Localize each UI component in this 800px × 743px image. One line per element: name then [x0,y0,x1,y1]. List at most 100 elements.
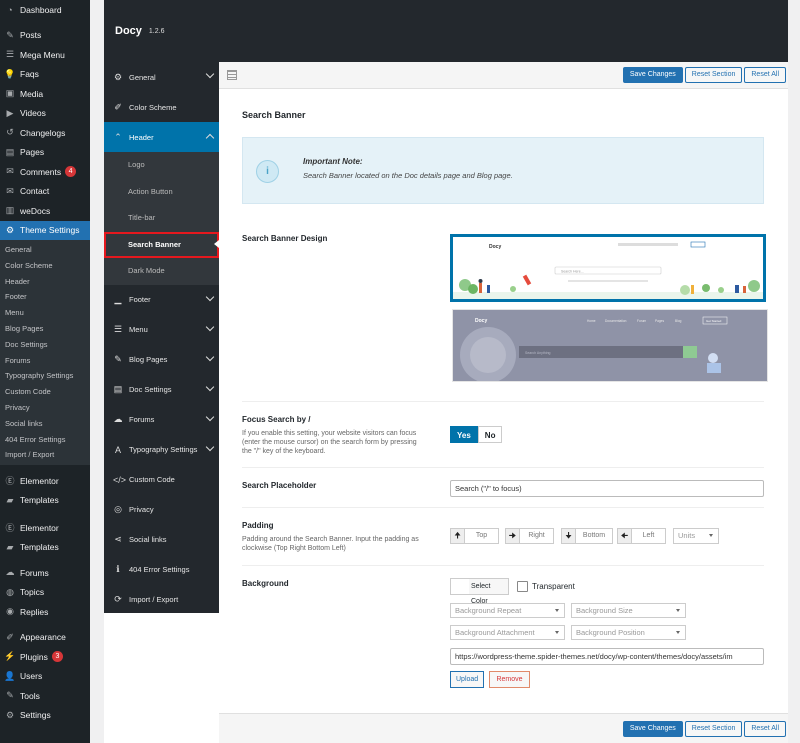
options-nav-header[interactable]: ⌃ Header [104,122,219,152]
wp-menu-label: Media [20,88,44,99]
chevron-up-icon [205,133,215,143]
save-changes-button-bottom[interactable]: Save Changes [622,721,683,737]
chevron-down-icon [205,292,215,301]
wp-submenu-404-error-settings[interactable]: 404 Error Settings [0,432,90,448]
wp-menu-item[interactable] [0,510,90,518]
wp-menu-mega-menu[interactable]: ☰ Mega Menu [0,45,90,65]
background-attachment-select[interactable]: Background Attachment [450,625,565,640]
save-changes-button[interactable]: Save Changes [622,67,683,83]
options-nav-doc-settings[interactable]: ▤ Doc Settings [104,375,219,405]
wp-submenu-color-scheme[interactable]: Color Scheme [0,258,90,274]
background-position-select[interactable]: Background Position [571,625,686,640]
wp-submenu-typography-settings[interactable]: Typography Settings [0,368,90,384]
options-subnav-search-banner[interactable]: Search Banner [104,231,219,258]
wp-menu-changelogs[interactable]: ↺ Changelogs [0,123,90,143]
options-subnav-dark-mode[interactable]: Dark Mode [104,258,219,285]
options-nav-label: Footer [129,295,151,304]
wp-menu-pages[interactable]: ▤ Pages [0,143,90,163]
wp-menu-comments[interactable]: ✉ Comments 4 [0,162,90,182]
options-nav-import-export[interactable]: ⟳ Import / Export [104,585,219,615]
wp-menu-replies[interactable]: ◉ Replies [0,602,90,622]
wp-menu-topics[interactable]: ◍ Topics [0,583,90,603]
wp-menu-faqs[interactable]: 💡 Faqs [0,65,90,85]
field-label: Search Banner Design [242,234,328,243]
search-placeholder-input[interactable]: Search ("/" to focus) [450,480,764,497]
options-nav-404-error-settings[interactable]: ℹ 404 Error Settings [104,555,219,585]
options-nav-menu[interactable]: ☰ Menu [104,315,219,345]
padding-top-input[interactable]: 🠉 Top [450,528,499,544]
wp-submenu-menu[interactable]: Menu [0,305,90,321]
select-color-button[interactable]: Select Color [450,578,509,605]
wp-submenu-footer[interactable]: Footer [0,289,90,305]
wp-menu-media[interactable]: ▣ Media [0,84,90,104]
wp-menu-label: weDocs [20,205,51,216]
share-icon: ⋖ [114,534,122,544]
banner-design-option-1[interactable]: Docy Search Here... [450,234,766,302]
transparent-checkbox[interactable] [517,581,528,592]
wp-submenu-custom-code[interactable]: Custom Code [0,384,90,400]
wp-menu-elementor[interactable]: Ⓔ Elementor [0,518,90,538]
wp-submenu-privacy[interactable]: Privacy [0,400,90,416]
wp-submenu-forums[interactable]: Forums [0,353,90,369]
wp-submenu-blog-pages[interactable]: Blog Pages [0,321,90,337]
options-subnav-logo[interactable]: Logo [104,152,219,179]
banner-design-option-2[interactable]: Docy Home Documentation Forum Pages Blog… [452,309,768,382]
reset-section-button-bottom[interactable]: Reset Section [684,721,743,737]
options-nav-label: Menu [129,325,148,334]
reset-all-button[interactable]: Reset All [744,67,786,83]
yes-option[interactable]: Yes [450,426,478,443]
options-subnav-action-button[interactable]: Action Button [104,179,219,206]
padding-left-input[interactable]: 🠈 Left [617,528,666,544]
options-subnav-title-bar[interactable]: Title-bar [104,205,219,232]
wp-menu-tools[interactable]: ✎ Tools [0,686,90,706]
wp-submenu-header[interactable]: Header [0,274,90,290]
expand-options-icon[interactable] [227,70,237,80]
options-nav-general[interactable]: ⚙ General [104,62,219,92]
wp-menu-dashboard[interactable]: ◔ Dashboard [0,0,90,20]
wp-menu-videos[interactable]: ▶ Videos [0,104,90,124]
wp-menu-theme-settings[interactable]: ⚙ Theme Settings [0,220,90,240]
upload-button[interactable]: Upload [450,671,485,688]
options-nav-social-links[interactable]: ⋖ Social links [104,525,219,555]
padding-bottom-input[interactable]: 🠋 Bottom [561,528,613,544]
wp-menu-templates[interactable]: ▰ Templates [0,538,90,558]
wp-submenu-doc-settings[interactable]: Doc Settings [0,337,90,353]
options-nav-typography-settings[interactable]: A Typography Settings [104,435,219,465]
elementor-icon: Ⓔ [5,476,15,487]
options-nav-custom-code[interactable]: </> Custom Code [104,465,219,495]
wp-menu-label: Videos [20,108,46,119]
thumb2-cta: Get Started [706,319,722,323]
padding-units-select[interactable]: Units [673,528,719,544]
wp-submenu-social-links[interactable]: Social links [0,416,90,432]
remove-button[interactable]: Remove [489,671,530,688]
no-option[interactable]: No [477,426,503,443]
wp-menu-elementor[interactable]: Ⓔ Elementor [0,471,90,491]
wp-menu-label: Plugins [20,651,48,662]
background-url-input[interactable]: https://wordpress-theme.spider-themes.ne… [450,648,764,665]
options-nav-color-scheme[interactable]: ✐ Color Scheme [104,92,219,122]
options-nav-forums[interactable]: ☁ Forums [104,405,219,435]
options-nav-label: Header [129,132,154,142]
background-size-select[interactable]: Background Size [571,603,686,618]
wp-menu-wedocs[interactable]: ▥ weDocs [0,201,90,221]
wp-menu-settings[interactable]: ⚙ Settings [0,706,90,726]
reset-section-button[interactable]: Reset Section [684,67,743,83]
options-nav-privacy[interactable]: ◎ Privacy [104,495,219,525]
wp-submenu-import-export[interactable]: Import / Export [0,447,90,463]
field-description: Padding around the Search Banner. Input … [242,536,419,552]
padding-right-input[interactable]: 🠊 Right [505,528,554,544]
reset-all-button-bottom[interactable]: Reset All [744,721,786,737]
wp-menu-plugins[interactable]: ⚡ Plugins 3 [0,647,90,667]
wp-menu-label: Contact [20,186,50,197]
count-badge: 3 [51,651,63,663]
wp-menu-users[interactable]: 👤 Users [0,667,90,687]
options-nav-blog-pages[interactable]: ✎ Blog Pages [104,345,219,375]
wp-menu-forums[interactable]: ☁ Forums [0,563,90,583]
wp-menu-templates[interactable]: ▰ Templates [0,491,90,511]
wp-submenu-general[interactable]: General [0,242,90,258]
wp-menu-contact[interactable]: ✉ Contact [0,182,90,202]
wp-menu-appearance[interactable]: ✐ Appearance [0,628,90,648]
options-nav-footer[interactable]: ▁ Footer [104,285,219,315]
background-repeat-select[interactable]: Background Repeat [450,603,565,618]
wp-menu-posts[interactable]: ✎ Posts [0,26,90,46]
